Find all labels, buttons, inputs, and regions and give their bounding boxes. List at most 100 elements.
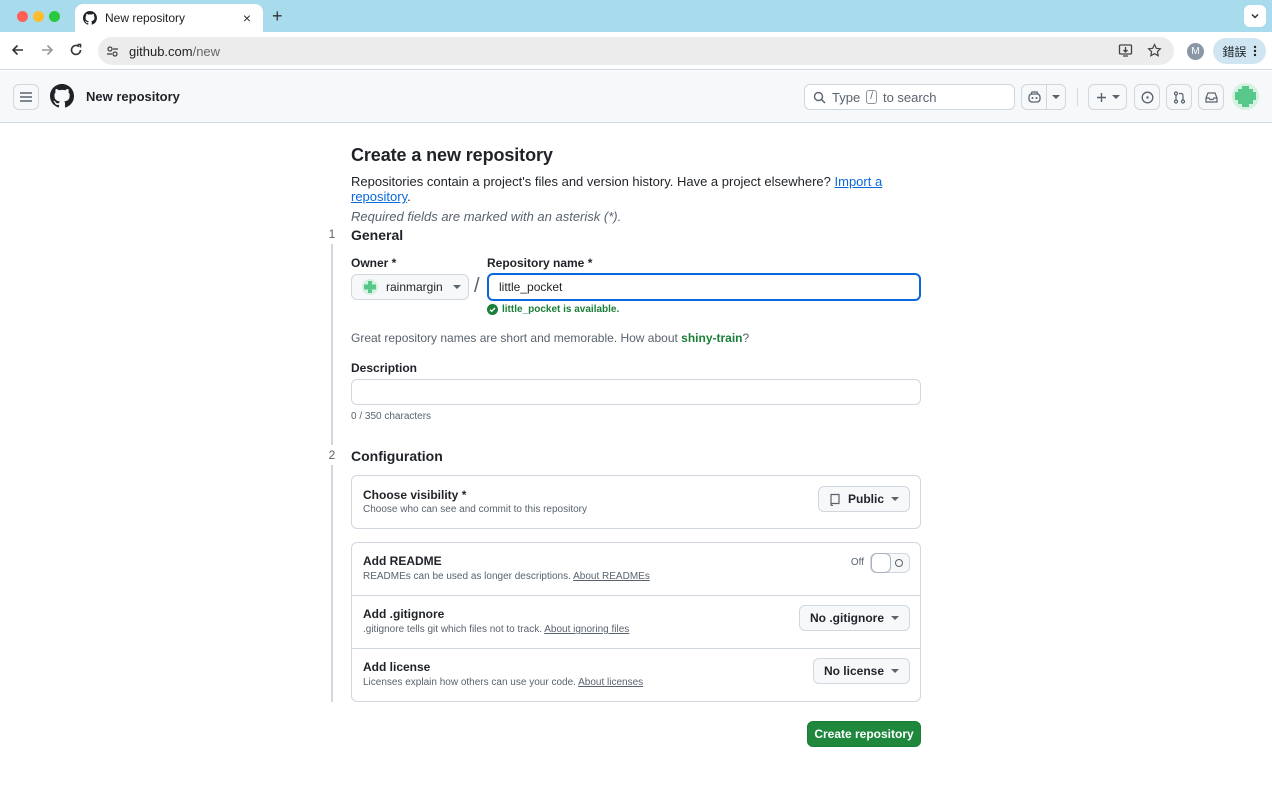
page-title: Create a new repository <box>351 145 553 165</box>
readme-toggle[interactable] <box>870 553 910 573</box>
owner-label: Owner * <box>351 256 397 270</box>
visibility-select[interactable]: Public <box>817 486 910 512</box>
repository-name-input[interactable]: little_pocket <box>487 273 921 301</box>
caret-down-icon <box>1052 95 1060 99</box>
copilot-menu-button[interactable] <box>1046 84 1066 110</box>
browser-toolbar: github.com/new <box>0 32 1272 70</box>
about-licenses-link[interactable]: About licenses <box>578 677 643 688</box>
gitignore-subtitle: .gitignore tells git which files not to … <box>363 624 629 635</box>
readme-title: Add README <box>363 554 442 568</box>
tab-search-button[interactable] <box>1244 5 1266 27</box>
page-description: Repositories contain a project's files a… <box>351 174 922 204</box>
suggested-name-link[interactable]: shiny-train <box>681 331 742 345</box>
menu-button[interactable] <box>13 84 39 110</box>
header-title: New repository <box>86 89 180 104</box>
git-pull-request-icon <box>1173 90 1186 104</box>
visibility-title: Choose visibility * <box>363 488 467 502</box>
suggestion-end: ? <box>742 331 750 345</box>
readme-subtitle-text: READMEs can be used as longer descriptio… <box>363 571 571 582</box>
reload-icon[interactable] <box>69 43 83 57</box>
required-note: Required fields are marked with an aster… <box>351 209 622 224</box>
chevron-down-icon <box>1250 11 1260 21</box>
search-input[interactable]: Type / to search <box>804 84 1015 110</box>
url-path: /new <box>192 43 221 59</box>
repo-name-label: Repository name * <box>487 256 593 270</box>
caret-down-icon <box>891 616 899 620</box>
copilot-button[interactable] <box>1021 84 1047 110</box>
caret-down-icon <box>1111 95 1120 99</box>
caret-down-icon <box>452 285 461 289</box>
github-favicon-icon <box>83 11 97 25</box>
visibility-value: Public <box>847 492 884 506</box>
browser-tab[interactable]: New repository × <box>75 4 263 32</box>
browser-tab-strip: New repository × + <box>0 0 1272 32</box>
plus-icon <box>1096 92 1107 103</box>
close-window-button[interactable] <box>17 11 28 22</box>
header-divider <box>1077 88 1078 106</box>
new-tab-button[interactable]: + <box>272 7 283 25</box>
about-ignoring-files-link[interactable]: About ignoring files <box>544 624 629 635</box>
gitignore-value: No .gitignore <box>810 611 884 625</box>
translate-label: 錯誤 <box>1222 44 1247 59</box>
owner-repo-separator: / <box>474 275 480 297</box>
toggle-off-icon <box>895 559 903 567</box>
license-title: Add license <box>363 660 431 674</box>
github-header: New repository Type / to search <box>0 71 1272 123</box>
maximize-window-button[interactable] <box>49 11 60 22</box>
search-suffix: to search <box>882 89 937 105</box>
site-settings-icon[interactable] <box>106 45 119 58</box>
inbox-icon <box>1204 91 1218 104</box>
step-line <box>331 244 333 445</box>
character-counter: 0 / 350 characters <box>351 411 432 422</box>
hamburger-icon <box>19 91 33 103</box>
page-intro: Create a new repository Repositories con… <box>351 145 922 224</box>
owner-value: rainmargin <box>386 280 443 294</box>
create-new-button[interactable] <box>1088 84 1127 110</box>
suggestion-text: Great repository names are short and mem… <box>351 331 678 345</box>
search-prefix: Type <box>832 89 861 105</box>
profile-avatar[interactable]: M <box>1187 43 1204 60</box>
row-divider <box>352 595 920 596</box>
pull-requests-button[interactable] <box>1166 84 1192 110</box>
translate-button[interactable]: 錯誤 <box>1213 38 1266 64</box>
owner-select[interactable]: rainmargin <box>351 274 469 300</box>
gitignore-title: Add .gitignore <box>363 607 445 621</box>
visibility-subtitle: Choose who can see and commit to this re… <box>363 504 587 515</box>
install-app-icon[interactable] <box>1118 43 1133 58</box>
license-select[interactable]: No license <box>812 658 910 684</box>
forward-icon[interactable] <box>40 43 54 57</box>
availability-message: little_pocket is available. <box>487 304 619 315</box>
license-subtitle: Licenses explain how others can use your… <box>363 677 643 688</box>
more-vertical-icon <box>1253 45 1257 57</box>
gitignore-select[interactable]: No .gitignore <box>799 605 910 631</box>
description-label: Description <box>351 361 418 375</box>
tab-close-icon[interactable]: × <box>239 10 255 26</box>
github-logo-icon[interactable] <box>50 84 74 108</box>
description-input[interactable] <box>351 379 921 405</box>
intro-text: Repositories contain a project's files a… <box>351 174 831 189</box>
step-number: 2 <box>322 445 342 465</box>
inbox-button[interactable] <box>1198 84 1224 110</box>
address-bar[interactable]: github.com/new <box>98 37 1174 65</box>
row-divider <box>352 648 920 649</box>
back-icon[interactable] <box>11 43 25 57</box>
license-value: No license <box>823 664 884 678</box>
tab-title: New repository <box>105 11 186 25</box>
name-suggestion: Great repository names are short and mem… <box>351 331 749 345</box>
minimize-window-button[interactable] <box>33 11 44 22</box>
readme-toggle-state: Off <box>850 557 864 568</box>
gitignore-subtitle-text: .gitignore tells git which files not to … <box>363 624 542 635</box>
toggle-knob <box>871 553 891 573</box>
user-avatar[interactable] <box>1232 83 1259 110</box>
bookmark-star-icon[interactable] <box>1147 43 1162 58</box>
create-repository-button[interactable]: Create repository <box>807 721 921 747</box>
availability-text: little_pocket is available. <box>502 304 620 315</box>
about-readmes-link[interactable]: About READMEs <box>573 571 650 582</box>
issues-button[interactable] <box>1134 84 1160 110</box>
intro-end: . <box>407 189 411 204</box>
repo-icon <box>829 493 841 506</box>
search-shortcut-key: / <box>866 90 877 104</box>
step-number: 1 <box>322 224 342 244</box>
url-text: github.com/new <box>129 44 220 59</box>
owner-avatar <box>362 279 378 295</box>
